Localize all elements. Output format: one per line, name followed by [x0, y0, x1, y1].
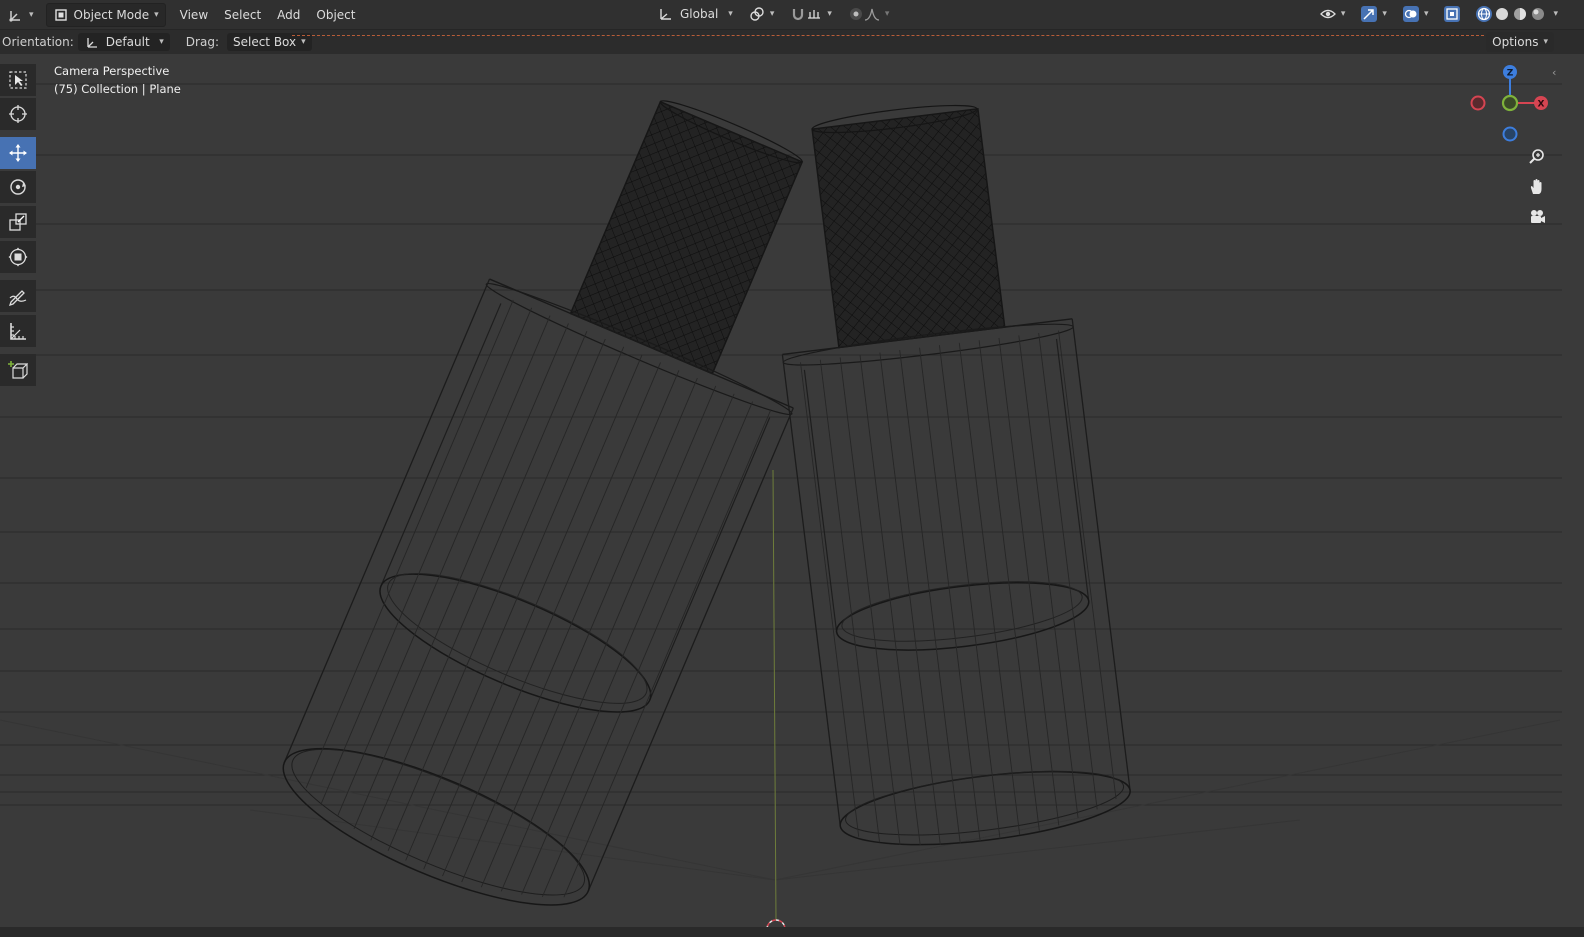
- chevron-down-icon: ▾: [769, 9, 775, 19]
- overlays-toggle[interactable]: ▾: [1397, 3, 1435, 25]
- navigation-gizmo[interactable]: Z X: [1466, 60, 1556, 150]
- select-box-tool[interactable]: [0, 64, 36, 96]
- drag-value: Select Box: [232, 35, 297, 49]
- solid-shading-icon[interactable]: [1494, 6, 1510, 22]
- 3d-viewport[interactable]: [0, 54, 1584, 937]
- gizmo-toggle[interactable]: ▾: [1355, 3, 1393, 25]
- measure-tool[interactable]: [0, 315, 36, 347]
- xray-icon: [1444, 6, 1461, 22]
- pivot-link-icon: [749, 6, 765, 22]
- menu-view[interactable]: View: [172, 8, 216, 22]
- header-center-group: Global ▾ ▾ ▾ ▾: [652, 3, 895, 25]
- chevron-down-icon: ▾: [29, 9, 34, 20]
- drag-label: Drag:: [185, 35, 219, 49]
- cursor-tool[interactable]: [0, 98, 36, 130]
- editor-type-button[interactable]: ▾: [2, 4, 40, 26]
- mode-label: Object Mode: [73, 7, 150, 22]
- zoom-magnifier-icon: [1529, 149, 1544, 164]
- chevron-down-icon: ▾: [301, 37, 306, 47]
- mode-dropdown[interactable]: Object Mode ▾: [45, 2, 166, 27]
- chevron-down-icon: ▾: [1423, 9, 1429, 19]
- header-divider-dashed: [292, 35, 1484, 36]
- gizmo-neg-x[interactable]: [1470, 95, 1486, 111]
- gizmo-x-label: X: [1538, 100, 1545, 110]
- magnet-icon: [790, 6, 806, 22]
- scale-icon: [9, 213, 27, 231]
- add-cube-tool[interactable]: [0, 354, 36, 386]
- gizmo-neg-z[interactable]: [1502, 126, 1518, 142]
- camera-icon: [1531, 210, 1545, 223]
- options-dropdown[interactable]: Options ▾: [1486, 32, 1554, 52]
- zoom-button[interactable]: [1524, 144, 1550, 170]
- chevron-down-icon: ▾: [728, 9, 733, 19]
- transform-orientation-dropdown[interactable]: Global ▾: [652, 3, 739, 25]
- options-label: Options: [1492, 35, 1539, 49]
- add-cube-icon: [8, 361, 28, 379]
- menu-add[interactable]: Add: [269, 8, 308, 22]
- rendered-shading-icon[interactable]: [1530, 6, 1546, 22]
- sidebar-toggle-icon[interactable]: ‹: [1552, 66, 1556, 79]
- menu-object[interactable]: Object: [308, 8, 363, 22]
- gizmo-y-axis[interactable]: [1501, 94, 1519, 112]
- pan-button[interactable]: [1524, 174, 1550, 200]
- snap-toggle[interactable]: ▾: [784, 3, 838, 25]
- object-mode-icon: [53, 7, 69, 23]
- annotate-tool[interactable]: [0, 280, 36, 312]
- shading-mode-group[interactable]: ▾: [1470, 3, 1564, 25]
- material-shading-icon[interactable]: [1512, 6, 1528, 22]
- camera-view-button[interactable]: [1524, 204, 1550, 230]
- chevron-down-icon: ▾: [1553, 9, 1558, 19]
- move-tool[interactable]: [0, 137, 36, 169]
- measure-ruler-icon: [10, 323, 26, 340]
- tool-settings-bar: Orientation: Default ▾ Drag: Select Box …: [0, 30, 1584, 54]
- rotate-tool[interactable]: [0, 171, 36, 203]
- proportional-editing-toggle[interactable]: ▾: [842, 3, 896, 25]
- scale-tool[interactable]: [0, 206, 36, 238]
- orientation-axes-icon: [84, 34, 100, 50]
- move-arrows-icon: [9, 144, 27, 162]
- menu-select[interactable]: Select: [216, 8, 269, 22]
- gizmo-z-label: Z: [1507, 69, 1514, 79]
- pivot-point-dropdown[interactable]: ▾: [743, 3, 781, 25]
- xray-toggle[interactable]: [1438, 3, 1466, 25]
- orientation-axes-icon: [658, 6, 674, 22]
- viewport-header: ▾ Object Mode ▾ View Select Add Object G…: [0, 0, 1584, 30]
- select-box-icon: [9, 71, 27, 89]
- axes-editor-icon: [8, 7, 24, 23]
- gizmo-arrow-icon: [1361, 6, 1378, 22]
- visibility-dropdown[interactable]: ▾: [1314, 3, 1352, 25]
- collection-info: (75) Collection | Plane: [54, 82, 181, 96]
- transform-space-label: Global: [680, 7, 719, 21]
- header-right-group: ▾ ▾ ▾ ▾: [1314, 3, 1564, 25]
- transform-tool[interactable]: [0, 241, 36, 273]
- orientation-dropdown[interactable]: Default ▾: [77, 33, 170, 51]
- chevron-down-icon: ▾: [884, 9, 890, 19]
- eye-select-icon: [1319, 6, 1336, 22]
- viewport-bottom-edge: [0, 927, 1584, 937]
- transform-icon: [8, 247, 28, 267]
- chevron-down-icon: ▾: [159, 37, 164, 47]
- cursor-crosshair-icon: [9, 105, 27, 123]
- hand-icon: [1530, 179, 1542, 194]
- chevron-down-icon: ▾: [1543, 37, 1548, 47]
- overlays-icon: [1402, 6, 1419, 22]
- annotate-pencil-icon: [8, 290, 27, 306]
- view-name: Camera Perspective: [54, 64, 170, 78]
- viewport-info-overlay: Camera Perspective (75) Collection | Pla…: [54, 62, 181, 98]
- chevron-down-icon: ▾: [154, 9, 159, 20]
- wireframe-shading-icon[interactable]: [1476, 6, 1493, 22]
- snap-increment-icon: [806, 6, 822, 22]
- orientation-label: Orientation:: [2, 35, 74, 49]
- proportional-circle-icon: [848, 6, 864, 22]
- rotate-icon: [10, 179, 26, 195]
- chevron-down-icon: ▾: [1340, 9, 1346, 19]
- chevron-down-icon: ▾: [827, 9, 832, 19]
- chevron-down-icon: ▾: [1382, 9, 1387, 19]
- orientation-value: Default: [105, 35, 150, 49]
- falloff-curve-icon: [864, 6, 880, 22]
